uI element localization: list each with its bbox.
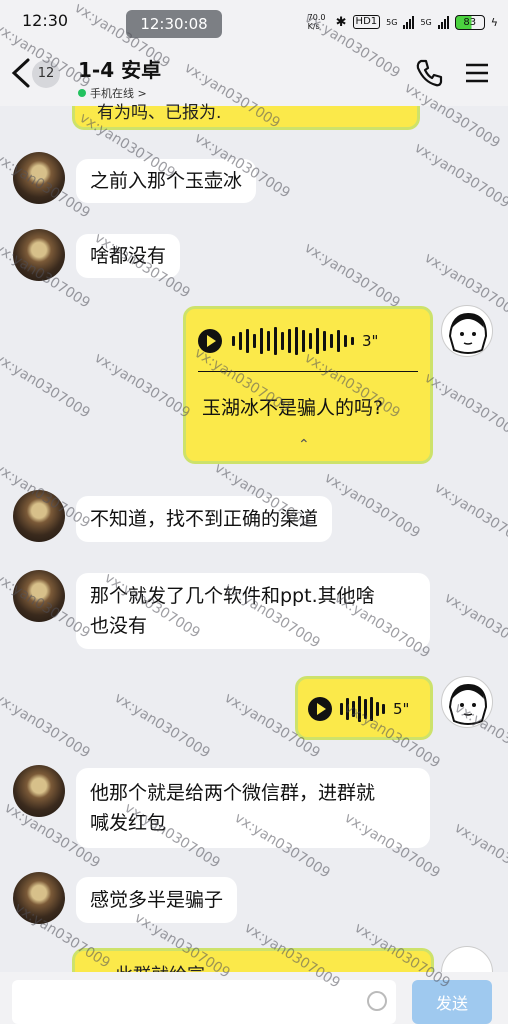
message-text: 此群就给宣 [115,961,205,972]
input-bar: 发送 [0,972,508,1024]
unread-count-badge[interactable]: 12 [32,60,60,88]
watermark: vx:yan0307009 [411,140,508,212]
watermark: vx:yan0307009 [441,590,508,662]
watermark: vx:yan0307009 [91,350,193,422]
play-icon[interactable] [198,329,222,353]
message-bubble[interactable]: 之前入那个玉壶冰 [76,159,257,203]
charging-icon: ϟ [490,15,498,29]
waveform [340,695,385,723]
voice-player[interactable]: 5" [308,695,409,723]
watermark: vx:yan0307009 [451,820,508,892]
watermark: vx:yan0307009 [321,470,423,542]
menu-icon[interactable] [464,60,490,86]
watermark: vx:yan0307009 [301,240,403,312]
battery-level: 83 [463,16,477,28]
message-text: 不知道，找不到正确的渠道 [90,508,319,530]
chevron-up-icon[interactable]: ⌃ [298,437,310,453]
send-button[interactable]: 发送 [412,980,492,1024]
signal-icon [403,15,415,29]
recording-time-overlay: 12:30:08 [126,10,222,38]
avatar-drawing-icon [448,312,488,354]
avatar[interactable] [441,946,493,972]
avatar[interactable] [13,570,65,622]
message-bubble[interactable]: 不知道，找不到正确的渠道 [76,496,333,542]
hd-badge: HD1 [352,15,381,29]
message-bubble[interactable]: 啥都没有 [76,234,181,278]
signal-icon-2 [437,15,449,29]
avatar[interactable] [13,872,65,924]
avatar[interactable] [441,676,493,728]
message-bubble-partial-bottom[interactable]: 此群就给宣 [72,948,434,972]
play-icon[interactable] [308,697,332,721]
emoji-icon[interactable] [367,991,387,1011]
voice-message-bubble[interactable]: 5" [295,676,433,740]
network-speed: 70.0 K/s [307,13,326,31]
watermark: vx:yan0307009 [431,480,508,552]
message-text-line: 也没有 [90,615,148,637]
message-text: 之前入那个玉壶冰 [90,170,243,192]
chat-header: 12 1-4 安卓 手机在线 > [0,42,508,106]
online-dot-icon [78,89,86,97]
avatar[interactable] [13,229,65,281]
message-bubble[interactable]: 他那个就是给两个微信群，进群就 喊发红包 [76,768,430,848]
battery-icon: 83 [454,14,485,30]
watermark: vx:yan0307009 [0,690,93,762]
message-input[interactable] [12,980,396,1024]
message-bubble-partial-top[interactable]: 有为吗、已报为. [72,103,420,130]
message-text-line: 他那个就是给两个微信群，进群就 [90,782,376,804]
avatar-drawing-icon [448,683,488,725]
network-5g-a: 5G [386,17,398,27]
message-bubble[interactable]: 那个就发了几个软件和ppt.其他啥 也没有 [76,573,430,649]
avatar[interactable] [441,305,493,357]
watermark: vx:yan0307009 [421,370,508,442]
avatar[interactable] [13,765,65,817]
status-time: 12:30 [22,11,69,30]
bluetooth-icon: ✱ [335,14,347,30]
message-text-line: 那个就发了几个软件和ppt.其他啥 [90,585,375,607]
watermark: vx:yan0307009 [0,350,93,422]
voice-duration: 3" [362,332,379,350]
network-5g-b: 5G [420,17,432,27]
watermark: vx:yan0307009 [111,690,213,762]
status-icons: 70.0 K/s ✱ HD1 5G 5G 83 ϟ [308,13,498,31]
avatar[interactable] [13,152,65,204]
waveform [232,327,354,355]
message-text: 有为吗、已报为. [97,103,222,123]
message-text: 啥都没有 [90,245,167,267]
voice-duration: 5" [393,700,410,718]
voice-player[interactable]: 3" [198,327,378,355]
divider [198,371,418,372]
voice-message-bubble[interactable]: 3" 玉湖冰不是骗人的吗? ⌃ [183,306,433,464]
message-text-line: 喊发红包 [90,812,167,834]
phone-icon[interactable] [414,58,444,88]
status-bar: 12:30 12:30:08 70.0 K/s ✱ HD1 5G 5G 83 ϟ [0,0,508,42]
voice-transcript: 玉湖冰不是骗人的吗? [202,397,384,419]
message-text: 感觉多半是骗子 [90,889,224,911]
message-bubble[interactable]: 感觉多半是骗子 [76,877,238,923]
avatar[interactable] [13,490,65,542]
chat-title[interactable]: 1-4 安卓 [78,54,161,83]
